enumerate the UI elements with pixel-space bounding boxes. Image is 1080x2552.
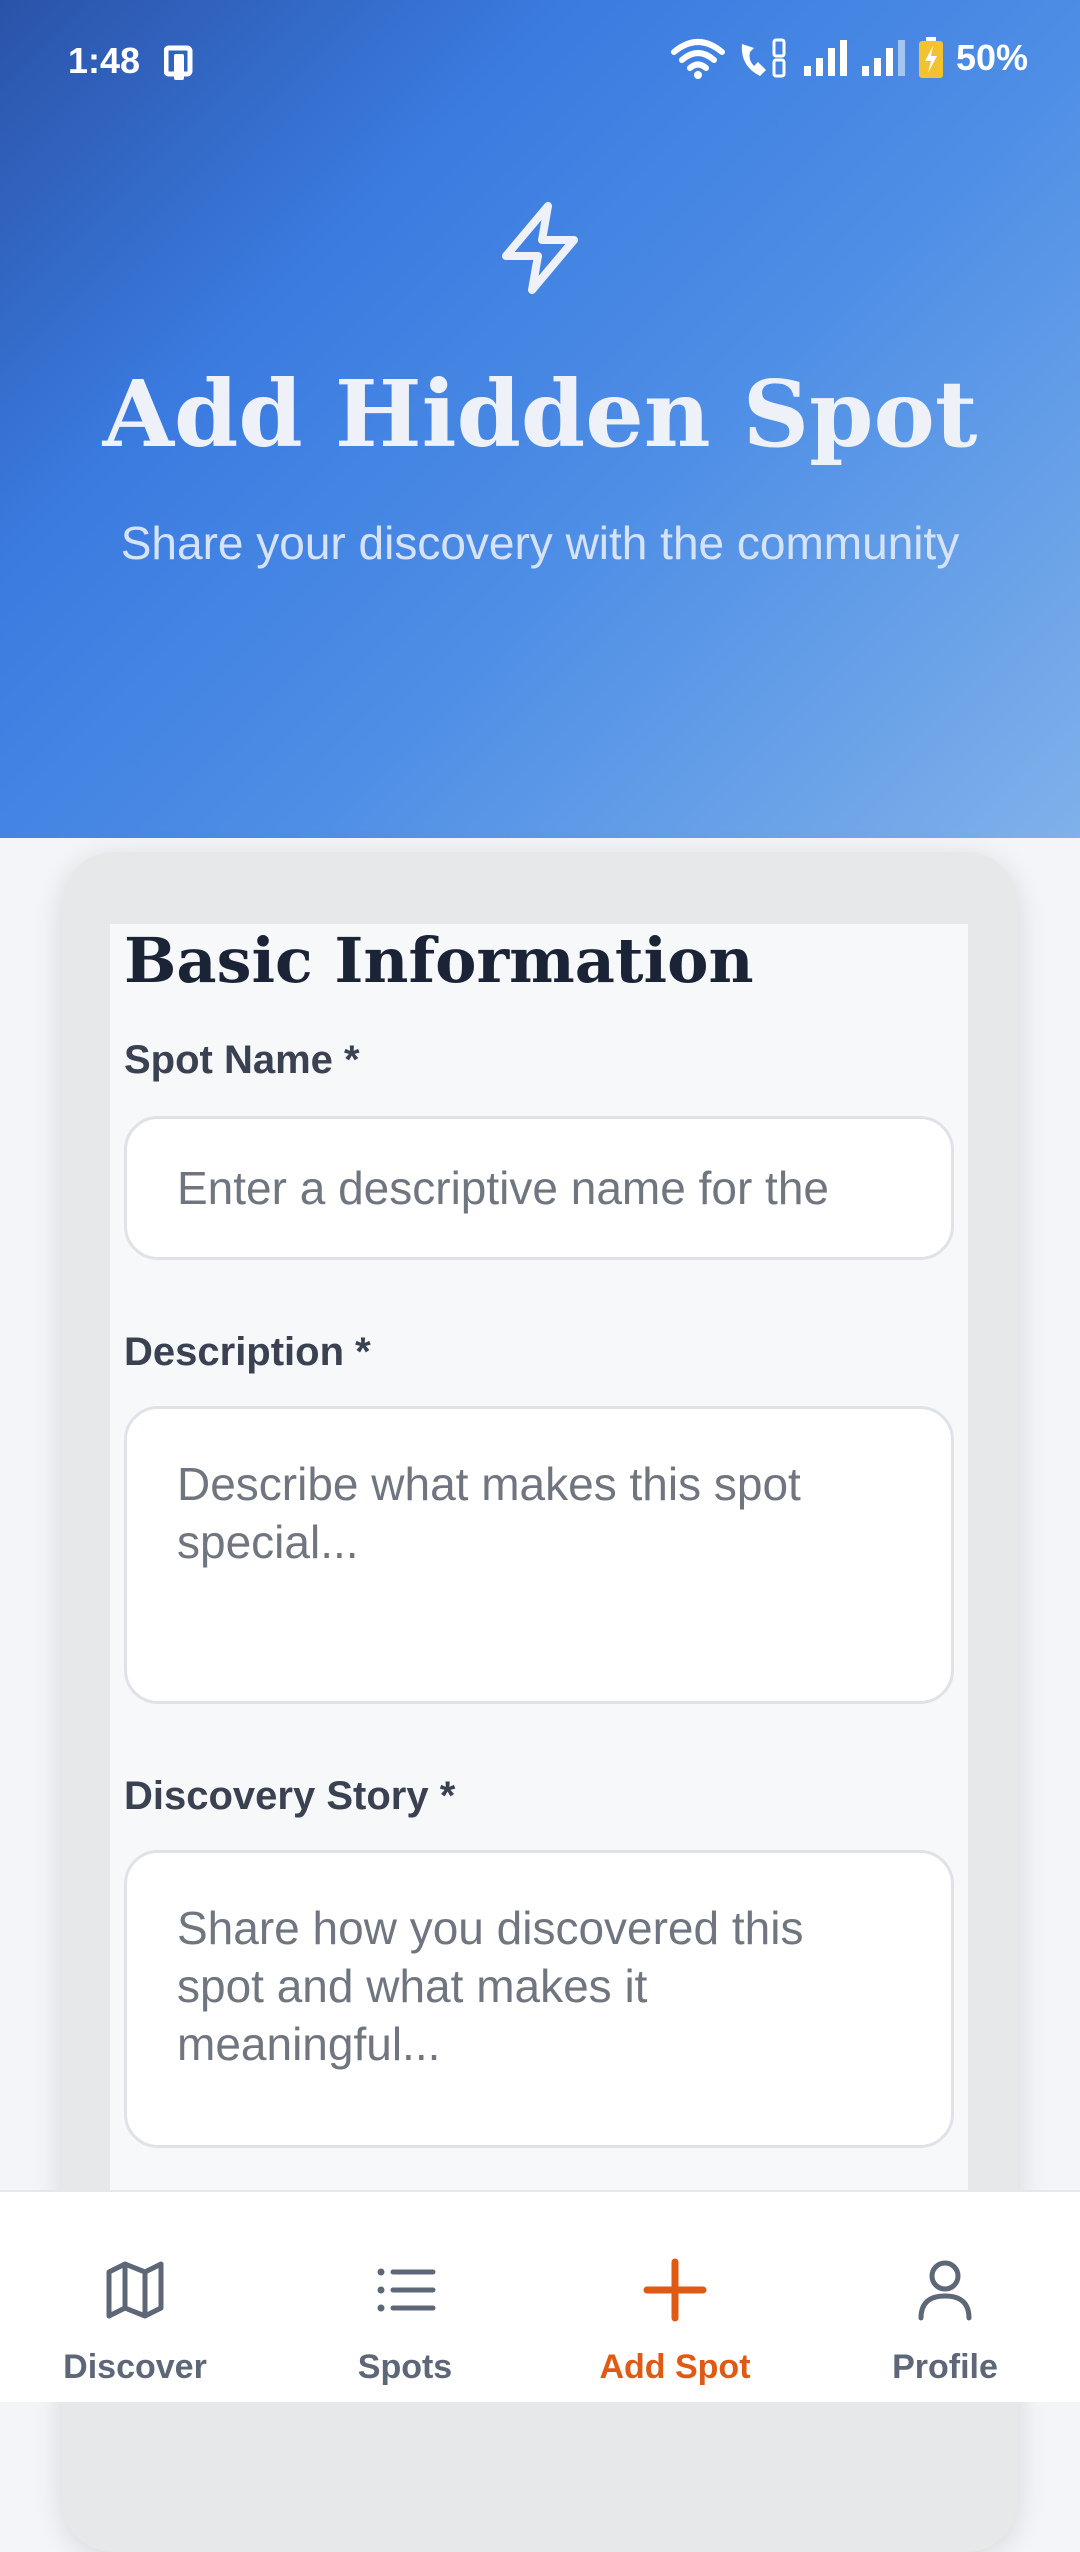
lightning-icon <box>502 202 578 294</box>
spot-name-input[interactable]: Enter a descriptive name for the <box>124 1116 954 1260</box>
section-title: Basic Information <box>124 924 754 997</box>
battery-percent: 50% <box>955 37 1028 78</box>
page-title: Add Hidden Spot <box>102 360 978 468</box>
signal-icon <box>861 40 905 76</box>
list-icon <box>377 2268 436 2312</box>
status-icons: 50% <box>670 36 1028 80</box>
signal-icon <box>803 40 847 76</box>
spot-name-label: Spot Name * <box>124 1038 360 1082</box>
discovery-story-label: Discovery Story * <box>124 1774 456 1818</box>
description-label: Description * <box>124 1330 371 1374</box>
description-textarea[interactable]: Describe what makes this spot special... <box>124 1406 954 1704</box>
plus-icon <box>643 2258 707 2322</box>
page-subtitle: Share your discovery with the community <box>120 517 960 569</box>
status-bar: 1:48 50% <box>0 0 1080 124</box>
nav-item-spots[interactable]: Spots <box>270 2192 540 2402</box>
device-icon <box>164 45 193 80</box>
nav-item-add-spot[interactable]: Add Spot <box>540 2192 810 2402</box>
bottom-nav: Discover Spots Add Spot Profile <box>0 2190 1080 2402</box>
battery-charging-icon <box>918 37 943 78</box>
nav-item-profile[interactable]: Profile <box>810 2192 1080 2402</box>
nav-label-add-spot: Add Spot <box>599 2348 751 2386</box>
nav-label-discover: Discover <box>63 2348 207 2386</box>
wifi-icon <box>670 39 725 79</box>
map-icon <box>106 2261 164 2319</box>
status-time: 1:48 <box>68 40 141 81</box>
nav-item-discover[interactable]: Discover <box>0 2192 270 2402</box>
user-icon <box>918 2260 972 2321</box>
nav-label-profile: Profile <box>892 2348 998 2386</box>
wifi-call-icon <box>741 38 786 78</box>
nav-label-spots: Spots <box>357 2348 453 2386</box>
discovery-story-textarea[interactable]: Share how you discovered this spot and w… <box>124 1850 954 2148</box>
